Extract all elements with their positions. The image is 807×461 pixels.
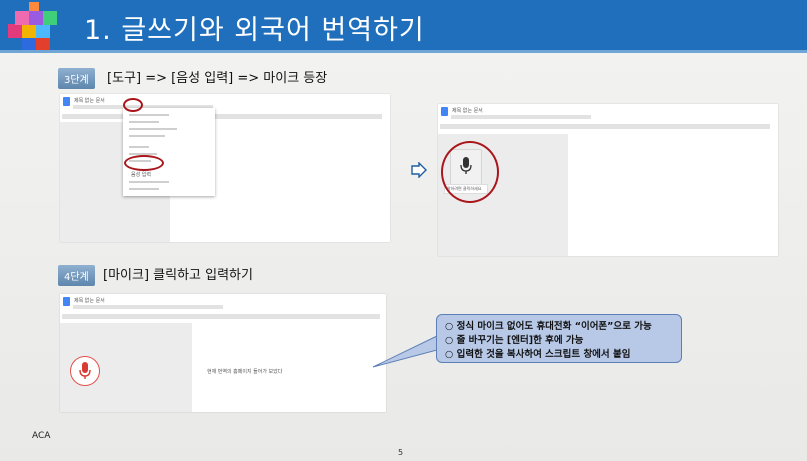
step4-doc-screenshot: 제목 없는 문서 현재 번역의 홈페이지 들어가 보았다 bbox=[60, 294, 386, 412]
step4-instruction: [마이크] 클릭하고 입력하기 bbox=[103, 268, 253, 283]
step3-doc-screenshot-mic: 제목 없는 문서 말하려면 클릭하세요 bbox=[438, 104, 778, 256]
mic-highlight-ring bbox=[441, 141, 499, 203]
toolbar[interactable] bbox=[62, 114, 382, 119]
voice-input-menu-item[interactable]: 음성 입력 bbox=[131, 171, 151, 178]
voice-input-highlight-ring bbox=[124, 155, 164, 171]
google-docs-icon bbox=[63, 97, 70, 106]
footer-label: ACA bbox=[32, 431, 51, 441]
toolbar[interactable] bbox=[62, 314, 380, 319]
doc-title[interactable]: 제목 없는 문서 bbox=[452, 107, 483, 114]
callout-item-3: ○ 입력한 것을 복사하여 스크립트 창에서 붙임 bbox=[445, 349, 631, 360]
step3-instruction: [도구] => [음성 입력] => 마이크 등장 bbox=[107, 71, 328, 86]
callout-pointer bbox=[372, 335, 438, 368]
tools-menu[interactable]: 음성 입력 bbox=[123, 108, 215, 196]
active-mic-button[interactable] bbox=[70, 356, 100, 386]
right-arrow-icon bbox=[411, 162, 427, 178]
toolbar[interactable] bbox=[440, 124, 770, 129]
cube-logo-icon bbox=[8, 2, 57, 50]
step3-doc-screenshot-menu: 제목 없는 문서 음성 입력 bbox=[60, 94, 390, 242]
doc-title[interactable]: 제목 없는 문서 bbox=[74, 97, 105, 104]
doc-title[interactable]: 제목 없는 문서 bbox=[74, 297, 105, 304]
menu-bar[interactable] bbox=[73, 305, 223, 309]
title-underline bbox=[0, 50, 807, 53]
step4-badge: 4단계 bbox=[58, 265, 95, 286]
tools-menu-highlight-ring bbox=[123, 98, 143, 112]
google-docs-icon bbox=[441, 107, 448, 116]
callout-item-2: ○ 줄 바꾸기는 [엔터]한 후에 가능 bbox=[445, 335, 584, 346]
callout-item-1: ○ 정식 마이크 없어도 휴대전화 “이어폰”으로 가능 bbox=[445, 321, 652, 332]
page-title: 1. 글쓰기와 외국어 번역하기 bbox=[84, 15, 425, 46]
page-number: 5 bbox=[398, 448, 404, 457]
callout-box: ○ 정식 마이크 없어도 휴대전화 “이어폰”으로 가능 ○ 줄 바꾸기는 [엔… bbox=[436, 314, 682, 363]
menu-bar[interactable] bbox=[451, 115, 591, 119]
google-docs-icon bbox=[63, 297, 70, 306]
typed-text[interactable]: 현재 번역의 홈페이지 들어가 보았다 bbox=[207, 368, 282, 375]
step3-badge: 3단계 bbox=[58, 68, 95, 89]
microphone-icon[interactable] bbox=[78, 361, 92, 381]
doc-page[interactable] bbox=[569, 134, 778, 256]
